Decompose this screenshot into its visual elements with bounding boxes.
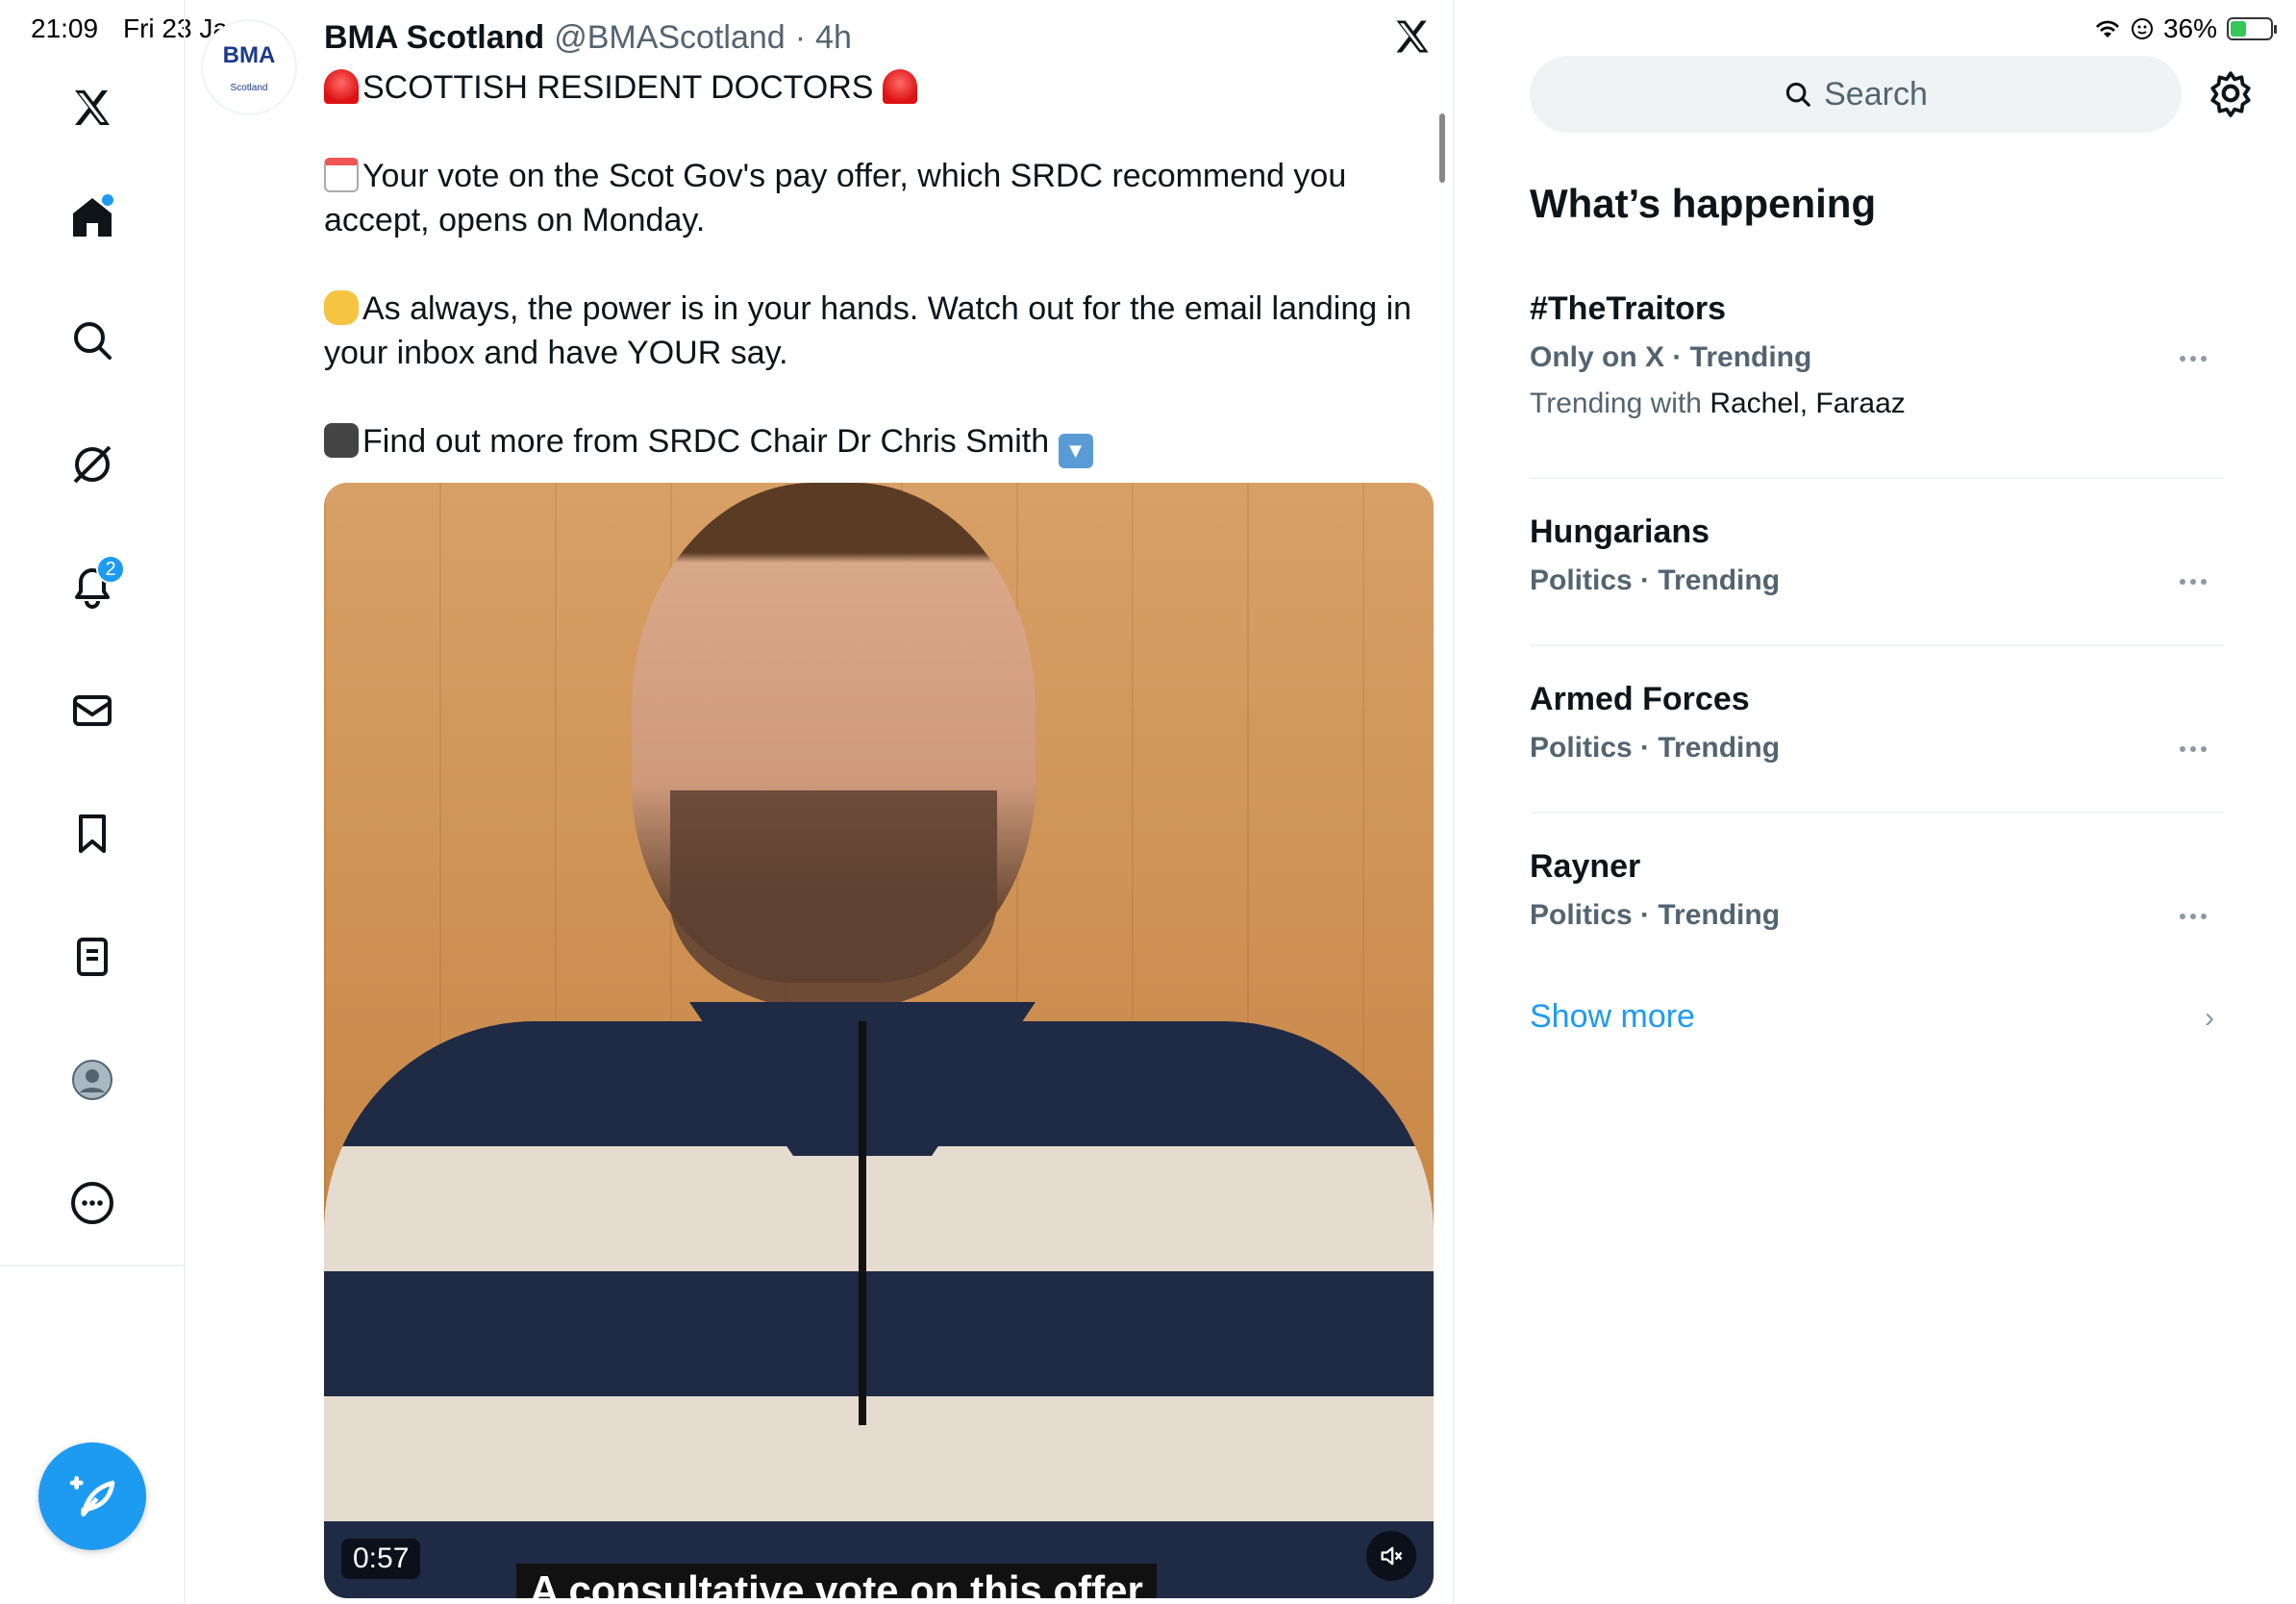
show-more-link[interactable]: Show more › — [1530, 998, 2224, 1036]
trend-item[interactable]: #TheTraitors Only on X · Trending Trendi… — [1530, 290, 2224, 479]
more-dots-icon[interactable] — [2180, 356, 2209, 363]
siren-icon — [882, 69, 917, 104]
grok-icon[interactable] — [58, 430, 127, 499]
siren-icon — [324, 69, 359, 104]
show-more-label: Show more — [1530, 998, 1695, 1035]
search-icon[interactable] — [58, 306, 127, 375]
video-person-zip — [859, 1021, 866, 1425]
raised-fist-icon — [324, 290, 359, 325]
tweet-detail: BMA Scotland BMA Scotland @BMAScotland ·… — [186, 0, 1455, 1604]
gear-icon[interactable] — [2207, 69, 2255, 117]
trend-item[interactable]: Hungarians Politics · Trending — [1530, 514, 2224, 646]
scrollbar[interactable] — [1439, 113, 1445, 183]
right-sidebar: Search What’s happening #TheTraitors Onl… — [1457, 0, 2296, 1604]
chevron-right-icon: › — [2205, 1002, 2214, 1034]
trend-meta: Politics · Trending — [1530, 564, 1781, 596]
tweet-line-4: Find out more from SRDC Chair Dr Chris S… — [362, 423, 1050, 460]
x-logo-icon[interactable] — [58, 73, 127, 142]
trend-meta: Only on X · Trending — [1530, 341, 1812, 373]
avatar-logo-text: BMA — [222, 41, 276, 68]
mail-icon[interactable] — [58, 676, 127, 745]
mute-icon[interactable] — [1366, 1531, 1416, 1581]
trend-with-names: Rachel, Faraaz — [1710, 388, 1906, 419]
trend-meta: Politics · Trending — [1530, 732, 1781, 764]
trend-with: Trending with Rachel, Faraaz — [1530, 388, 2224, 420]
trend-name: Armed Forces — [1530, 681, 1750, 717]
tweet-line-3: As always, the power is in your hands. W… — [324, 290, 1412, 371]
avatar-sub-text: Scotland — [230, 82, 268, 93]
bookmark-icon[interactable] — [58, 799, 127, 868]
profile-icon[interactable] — [58, 1045, 127, 1115]
notifications-badge: 2 — [96, 555, 125, 584]
search-placeholder: Search — [1824, 75, 1928, 113]
tweet-line-1: SCOTTISH RESIDENT DOCTORS — [362, 69, 874, 106]
more-icon[interactable] — [58, 1168, 127, 1238]
video-person-beard — [670, 790, 997, 1012]
left-nav: 2 — [0, 0, 186, 1604]
trend-name: Rayner — [1530, 848, 1641, 885]
trend-with-prefix: Trending with — [1530, 388, 1702, 419]
author-name[interactable]: BMA Scotland — [324, 19, 544, 57]
trend-name: Hungarians — [1530, 514, 1710, 550]
author-handle[interactable]: @BMAScotland — [554, 19, 786, 57]
compose-button[interactable] — [38, 1442, 146, 1550]
more-dots-icon[interactable] — [2180, 746, 2209, 754]
trend-meta: Politics · Trending — [1530, 899, 1781, 931]
nav-divider — [0, 1265, 186, 1266]
home-icon[interactable] — [58, 183, 127, 252]
avatar[interactable]: BMA Scotland — [201, 19, 297, 115]
camera-icon — [324, 423, 359, 458]
more-dots-icon[interactable] — [2180, 914, 2209, 921]
tweet-header: BMA Scotland @BMAScotland · 4h — [324, 19, 852, 57]
calendar-icon — [324, 158, 359, 192]
feather-plus-icon — [69, 1476, 115, 1516]
bell-icon[interactable]: 2 — [58, 553, 127, 622]
home-unread-dot — [102, 194, 113, 206]
section-title: What’s happening — [1530, 181, 1877, 226]
down-arrow-icon: ▼ — [1058, 434, 1093, 468]
video-duration: 0:57 — [341, 1539, 421, 1579]
trend-name: #TheTraitors — [1530, 290, 1727, 327]
search-icon — [1785, 82, 1810, 107]
search-input[interactable]: Search — [1530, 56, 2182, 133]
header-separator: · — [794, 19, 807, 56]
video-caption: A consultative vote on this offer — [516, 1564, 1157, 1598]
video-player[interactable]: 0:57 A consultative vote on this offer — [324, 483, 1434, 1598]
tweet-time[interactable]: 4h — [815, 19, 852, 57]
tweet-text: SCOTTISH RESIDENT DOCTORS Your vote on t… — [324, 65, 1430, 513]
lists-icon[interactable] — [58, 922, 127, 991]
more-dots-icon[interactable] — [2180, 579, 2209, 587]
trend-item[interactable]: Armed Forces Politics · Trending — [1530, 681, 2224, 814]
tweet-line-2: Your vote on the Scot Gov's pay offer, w… — [324, 158, 1347, 238]
trend-item[interactable]: Rayner Politics · Trending — [1530, 848, 2224, 956]
close-icon[interactable] — [1391, 15, 1434, 58]
